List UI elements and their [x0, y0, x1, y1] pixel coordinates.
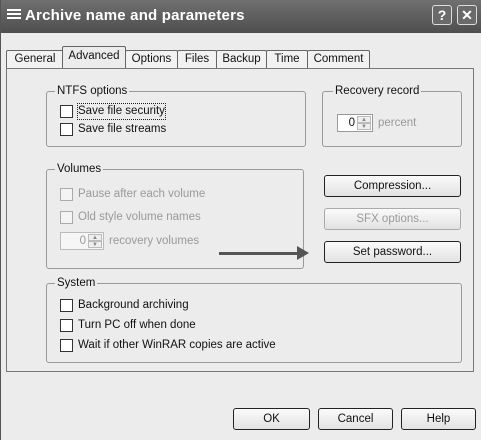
advanced-panel: NTFS options Save file security Save fil… [6, 68, 474, 372]
pause-after-volume-label: Pause after each volume [78, 188, 206, 200]
cancel-button[interactable]: Cancel [318, 408, 393, 430]
recovery-volumes-spinner[interactable]: 0 ▲ ▼ [60, 232, 104, 250]
turn-pc-off-label: Turn PC off when done [78, 319, 196, 331]
recovery-record-group: Recovery record 0 ▲ ▼ percent [322, 84, 462, 147]
sfx-options-button[interactable]: SFX options... [324, 208, 461, 230]
volumes-label: Volumes [55, 162, 104, 176]
recovery-volumes-value: 0 [79, 235, 86, 247]
tab-advanced[interactable]: Advanced [62, 46, 126, 68]
checkbox-box[interactable] [60, 211, 73, 224]
recovery-percent-unit: percent [378, 117, 417, 129]
recovery-percent-spinner[interactable]: 0 ▲ ▼ [337, 114, 373, 132]
compression-button[interactable]: Compression... [324, 175, 461, 197]
checkbox-box[interactable] [60, 339, 73, 352]
checkbox-box[interactable] [60, 319, 73, 332]
tab-time[interactable]: Time [266, 50, 308, 68]
checkbox-box[interactable] [60, 123, 73, 136]
help-title-button[interactable]: ? [432, 5, 452, 25]
checkbox-box[interactable] [60, 188, 73, 201]
wait-winrar-label: Wait if other WinRAR copies are active [78, 339, 276, 351]
set-password-button[interactable]: Set password... [324, 241, 461, 263]
dialog-window: Archive name and parameters ? ✕ General … [0, 0, 481, 440]
save-file-streams-label: Save file streams [78, 123, 167, 135]
recovery-volumes-unit: recovery volumes [109, 235, 200, 247]
tab-general[interactable]: General [6, 50, 64, 68]
window-title: Archive name and parameters [25, 7, 245, 24]
system-group: System Background archiving Turn PC off … [46, 276, 462, 363]
title-bar[interactable]: Archive name and parameters ? ✕ [1, 0, 481, 33]
annotation-arrow-line [219, 252, 299, 255]
tab-comment[interactable]: Comment [307, 50, 370, 68]
old-style-names-label: Old style volume names [78, 211, 201, 223]
ntfs-options-group: NTFS options Save file security Save fil… [46, 84, 306, 147]
spin-arrows-icon[interactable]: ▲ ▼ [357, 116, 371, 130]
recovery-percent-value: 0 [348, 117, 355, 129]
tab-files[interactable]: Files [177, 50, 217, 68]
tab-options[interactable]: Options [125, 50, 178, 68]
checkbox-box[interactable] [60, 105, 73, 118]
tab-backup[interactable]: Backup [216, 50, 267, 68]
checkbox-box[interactable] [60, 299, 73, 312]
help-button[interactable]: Help [401, 408, 476, 430]
annotation-arrow-icon [297, 246, 309, 260]
ok-button[interactable]: OK [233, 408, 310, 430]
system-label: System [55, 276, 98, 290]
recovery-record-label: Recovery record [333, 84, 422, 98]
background-archiving-label: Background archiving [78, 299, 189, 311]
close-icon[interactable]: ✕ [457, 5, 477, 25]
ntfs-options-label: NTFS options [55, 84, 130, 98]
save-file-security-label: Save file security [77, 103, 166, 120]
menu-lines-icon[interactable] [7, 9, 21, 23]
spin-arrows-icon[interactable]: ▲ ▼ [88, 234, 102, 248]
